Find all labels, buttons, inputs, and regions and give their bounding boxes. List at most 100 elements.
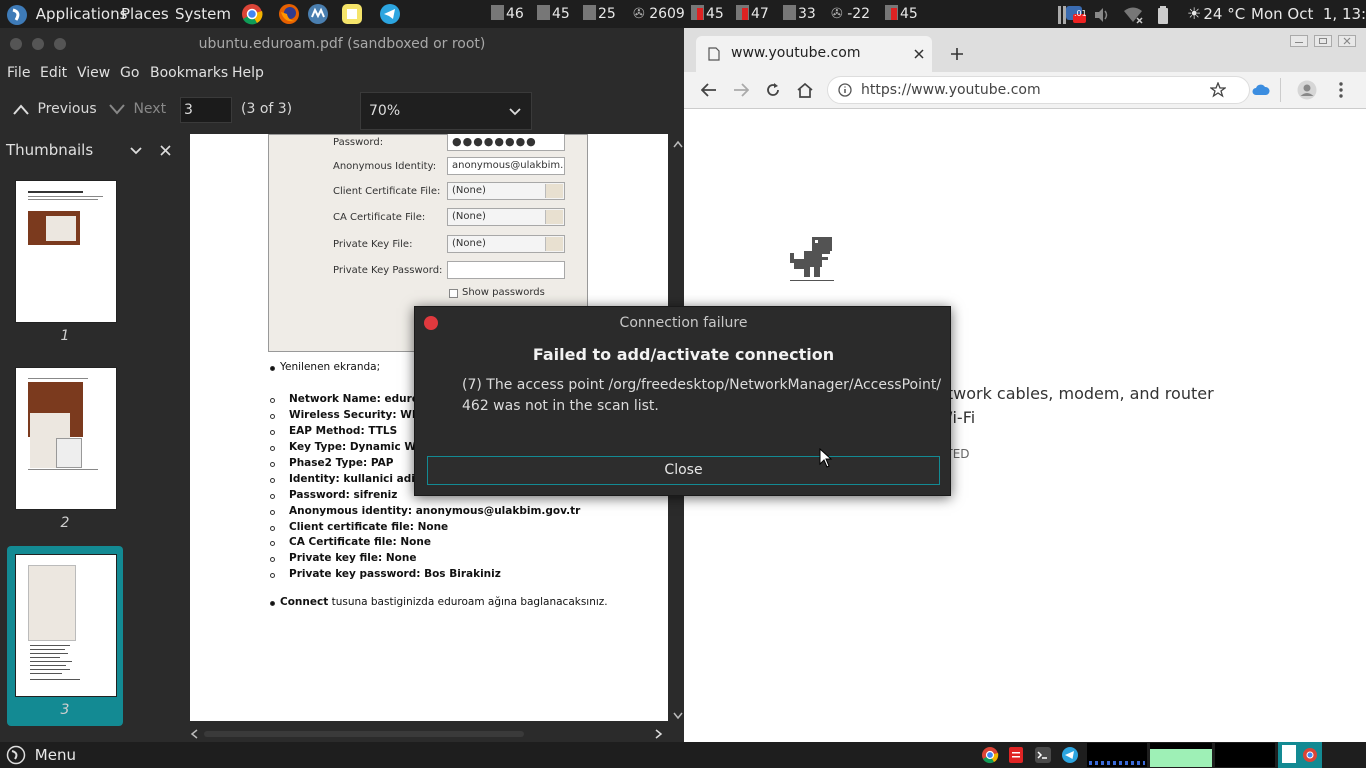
bookmark-star-icon[interactable]	[1210, 82, 1226, 98]
cpu-temp-indicator[interactable]: 45	[885, 0, 918, 28]
toolbar: Previous Next 3 (3 of 3) 70%	[0, 92, 684, 130]
error-text-line1: etwork cables, modem, and router	[937, 384, 1214, 403]
menu-label: Menu	[34, 746, 76, 764]
chip-icon	[691, 5, 704, 20]
sidebar-mode-dropdown-icon[interactable]	[130, 147, 142, 155]
firefox-launcher-icon[interactable]	[278, 3, 300, 31]
distro-logo-icon	[7, 4, 27, 25]
window-titlebar[interactable]: ubuntu.eduroam.pdf (sandboxed or root)	[0, 28, 684, 60]
scroll-left-icon[interactable]	[190, 729, 198, 739]
minimize-window-button[interactable]	[32, 38, 44, 50]
thumbnail-page-3[interactable]: 3	[7, 546, 123, 726]
home-icon[interactable]	[796, 82, 814, 98]
notes-launcher-icon[interactable]	[341, 3, 363, 31]
cpu-temp-indicator[interactable]: 33	[783, 0, 816, 28]
applications-menu-button[interactable]: Applications	[6, 0, 127, 28]
bullet-icon	[270, 601, 275, 606]
dialog-message-line1: (7) The access point /org/freedesktop/Ne…	[462, 377, 942, 393]
minimize-button[interactable]	[1290, 35, 1308, 47]
scroll-right-icon[interactable]	[655, 729, 663, 739]
telegram-launcher-icon[interactable]	[379, 3, 401, 31]
network-graph[interactable]	[1215, 743, 1275, 767]
browser-tab[interactable]: www.youtube.com	[696, 36, 932, 72]
thumbnail-image	[15, 367, 117, 510]
thumbnail-page-1[interactable]: 1	[7, 172, 123, 352]
chevron-up-icon	[13, 104, 29, 115]
chip-icon	[885, 5, 898, 20]
cloud-extension-icon[interactable]	[1252, 83, 1270, 97]
maximize-window-button[interactable]	[54, 38, 66, 50]
horizontal-scrollbar[interactable]	[190, 727, 668, 740]
menu-file[interactable]: File	[7, 65, 30, 81]
close-tab-icon[interactable]	[914, 49, 924, 59]
menu-help[interactable]: Help	[232, 65, 264, 81]
next-page-button[interactable]: Next	[108, 101, 166, 117]
form-label: Private Key Password:	[333, 265, 443, 276]
thumbnail-sidebar: Thumbnails 1 2 3	[0, 134, 183, 742]
new-tab-icon[interactable]	[950, 47, 964, 61]
scroll-up-icon[interactable]	[673, 140, 683, 148]
form-label: Password:	[333, 137, 384, 148]
doc-list-item: Wireless Security: WPA	[289, 409, 427, 421]
chrome-task-icon[interactable]	[981, 746, 999, 764]
cpu-graph[interactable]	[1087, 743, 1147, 767]
close-window-button[interactable]	[10, 38, 22, 50]
maximize-button[interactable]	[1314, 35, 1332, 47]
fan-speed-indicator[interactable]: ✇ -22	[831, 0, 870, 28]
cpu-temp-indicator[interactable]: 45	[537, 0, 570, 28]
reload-icon[interactable]	[765, 82, 781, 98]
cpu-temp-indicator[interactable]: 47	[736, 0, 769, 28]
menu-kebab-icon[interactable]	[1339, 82, 1343, 98]
places-menu-button[interactable]: Places	[121, 0, 169, 28]
doc-list-item: Phase2 Type: PAP	[289, 457, 394, 469]
connection-failure-dialog: Connection failure Failed to add/activat…	[414, 306, 951, 496]
clock[interactable]: Mon Oct 1, 13:48	[1251, 0, 1366, 28]
menu-view[interactable]: View	[77, 65, 110, 81]
cpu-temp-indicator[interactable]: 45	[691, 0, 724, 28]
workspace-switcher[interactable]	[1278, 742, 1322, 768]
indicator-value: 25	[598, 6, 616, 22]
scroll-down-icon[interactable]	[673, 712, 683, 720]
close-dialog-icon[interactable]	[424, 316, 438, 330]
places-label: Places	[121, 5, 169, 23]
chip-icon	[736, 5, 749, 20]
close-window-button[interactable]	[1338, 35, 1356, 47]
terminal-task-icon[interactable]	[1034, 746, 1052, 764]
chrome-launcher-icon[interactable]	[241, 3, 263, 31]
close-button[interactable]: Close	[427, 456, 940, 485]
telegram-task-icon[interactable]	[1061, 746, 1079, 764]
tab-strip: www.youtube.com	[684, 28, 1366, 72]
zoom-select[interactable]: 70%	[360, 92, 532, 130]
back-arrow-icon[interactable]	[701, 83, 717, 97]
fan-speed-indicator[interactable]: ✇ 2609	[633, 0, 685, 28]
page-number-input[interactable]: 3	[180, 97, 232, 123]
thumbnail-page-2[interactable]: 2	[7, 359, 123, 539]
weather-indicator[interactable]: ☀ 24 °C	[1187, 0, 1245, 28]
weather-temp: 24 °C	[1203, 5, 1246, 23]
address-bar[interactable]: https://www.youtube.com	[827, 76, 1250, 104]
info-icon[interactable]	[838, 83, 852, 97]
previous-page-button[interactable]: Previous	[12, 101, 97, 117]
sidebar-title: Thumbnails	[6, 141, 94, 159]
main-menu-button[interactable]: Menu	[6, 745, 76, 765]
pdf-task-icon[interactable]	[1008, 746, 1024, 764]
indicator-value: 46	[506, 6, 524, 22]
menu-bookmarks[interactable]: Bookmarks	[150, 65, 228, 81]
bullet-icon	[270, 366, 275, 371]
monitor-launcher-icon[interactable]	[307, 3, 329, 31]
close-sidebar-icon[interactable]	[160, 145, 171, 156]
dialog-title: Connection failure	[619, 315, 748, 331]
cpu-temp-indicator[interactable]: 46	[491, 0, 524, 28]
profile-avatar-icon[interactable]	[1297, 80, 1317, 100]
forward-arrow-icon[interactable]	[733, 83, 749, 97]
folder-icon	[545, 237, 563, 251]
thumbnail-page-number: 1	[60, 328, 70, 344]
system-menu-button[interactable]: System	[175, 0, 231, 28]
next-label: Next	[133, 101, 167, 117]
cpu-temp-indicator[interactable]: 25	[583, 0, 616, 28]
scrollbar-thumb[interactable]	[204, 731, 524, 737]
menu-edit[interactable]: Edit	[40, 65, 67, 81]
menu-go[interactable]: Go	[120, 65, 139, 81]
memory-graph[interactable]	[1150, 743, 1212, 767]
chip-icon	[491, 5, 504, 20]
